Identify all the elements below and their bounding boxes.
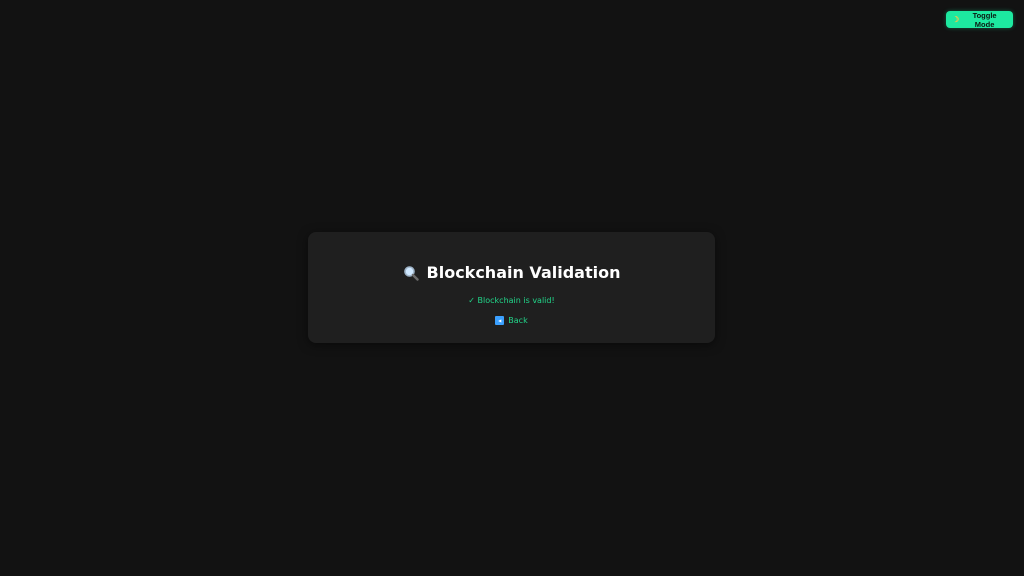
back-arrow-icon: ◀ [495,316,505,325]
toggle-mode-label: Toggle Mode [972,10,997,29]
page-title: Blockchain Validation [308,263,715,282]
back-link[interactable]: ◀ Back [308,316,715,325]
crescent-moon-icon: ☽ [952,14,960,24]
toggle-mode-button[interactable]: ☽ Toggle Mode [946,10,1013,29]
back-label: Back [508,316,528,325]
magnifying-glass-icon [403,265,419,281]
page-title-text: Blockchain Validation [426,263,621,282]
validation-status: ✓ Blockchain is valid! [468,296,555,305]
validation-card: Blockchain Validation ✓ Blockchain is va… [308,232,715,343]
